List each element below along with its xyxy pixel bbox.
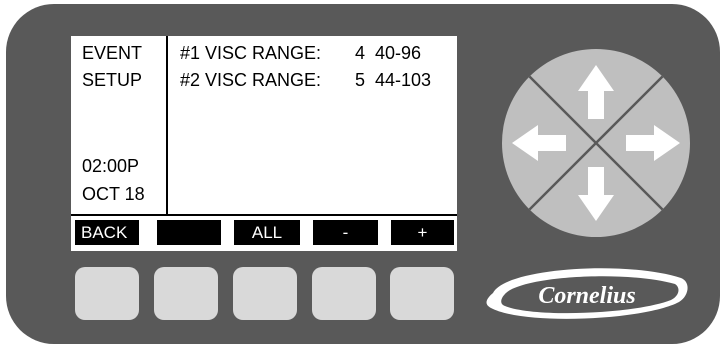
visc-range-2-value: 5 <box>355 70 366 90</box>
soft-button-2[interactable] <box>154 267 218 320</box>
clock-time: 02:00P <box>82 156 140 176</box>
screen-divider-horizontal <box>71 214 457 216</box>
menu-title-line2: SETUP <box>82 70 143 90</box>
visc-range-1-value: 4 <box>355 43 366 63</box>
visc-range-1-label: #1 VISC RANGE: <box>180 43 322 63</box>
softkey-plus-label: + <box>391 220 454 245</box>
plus-button[interactable] <box>390 267 454 320</box>
minus-button[interactable] <box>312 267 376 320</box>
screen-divider-vertical <box>166 36 168 214</box>
logo-wordmark: Cornelius <box>538 283 635 309</box>
softkey-back-label: BACK <box>75 220 139 245</box>
softkey-minus-label: - <box>313 220 378 245</box>
cornelius-logo: Cornelius <box>486 268 688 319</box>
softkey-all-label: ALL <box>234 220 300 245</box>
all-button[interactable] <box>233 267 297 320</box>
menu-title-line1: EVENT <box>82 43 143 63</box>
clock-date: OCT 18 <box>82 184 145 204</box>
softkey-blank-label <box>157 220 221 245</box>
visc-range-1-range: 40-96 <box>375 43 422 63</box>
lcd-screen: EVENT SETUP 02:00P OCT 18 #1 VISC RANGE:… <box>71 36 457 251</box>
navigation-pad[interactable] <box>502 49 690 237</box>
back-button[interactable] <box>75 267 139 320</box>
visc-range-2-range: 44-103 <box>375 70 432 90</box>
visc-range-2-label: #2 VISC RANGE: <box>180 70 322 90</box>
